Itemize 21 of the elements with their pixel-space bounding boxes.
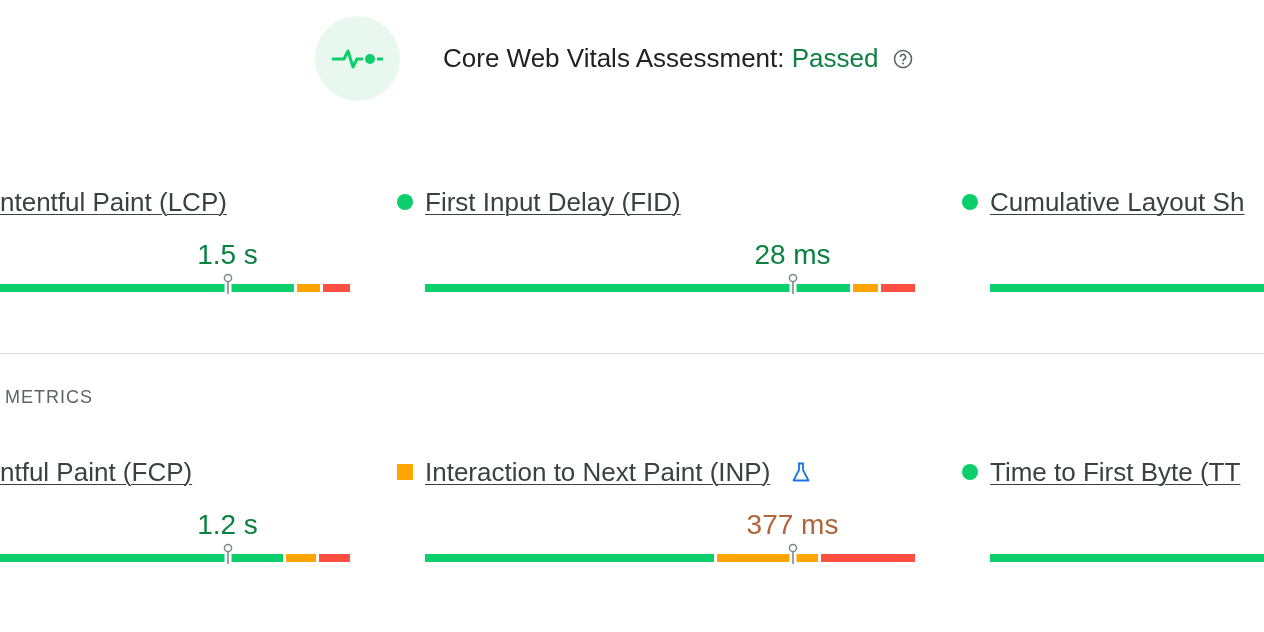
distribution-segment — [323, 284, 350, 292]
flask-icon — [792, 462, 811, 482]
assessment-title: Core Web Vitals Assessment: Passed — [443, 43, 879, 73]
section-heading: METRICS — [5, 387, 94, 408]
pulse-icon — [331, 48, 384, 69]
metric-link[interactable]: ntentful Paint (LCP) — [0, 187, 227, 218]
help-icon[interactable] — [892, 49, 913, 69]
metric-value: 28 ms — [754, 239, 831, 271]
distribution-segment — [318, 554, 350, 562]
metric-link[interactable]: First Input Delay (FID) — [425, 187, 681, 218]
metric-link[interactable]: Time to First Byte (TT — [990, 457, 1241, 488]
metric-value: 1.2 s — [197, 509, 258, 541]
distribution-segment — [880, 284, 915, 292]
distribution-segment — [285, 554, 316, 562]
metric-value: 1.5 s — [197, 239, 258, 271]
metric-value: 377 ms — [746, 509, 839, 541]
metric-link[interactable]: ntful Paint (FCP) — [0, 457, 193, 488]
metric-link[interactable]: Interaction to Next Paint (INP) — [425, 457, 771, 488]
metric-link[interactable]: Cumulative Layout Sh — [990, 187, 1245, 218]
distribution-segment — [853, 284, 878, 292]
distribution-segment — [296, 284, 321, 292]
